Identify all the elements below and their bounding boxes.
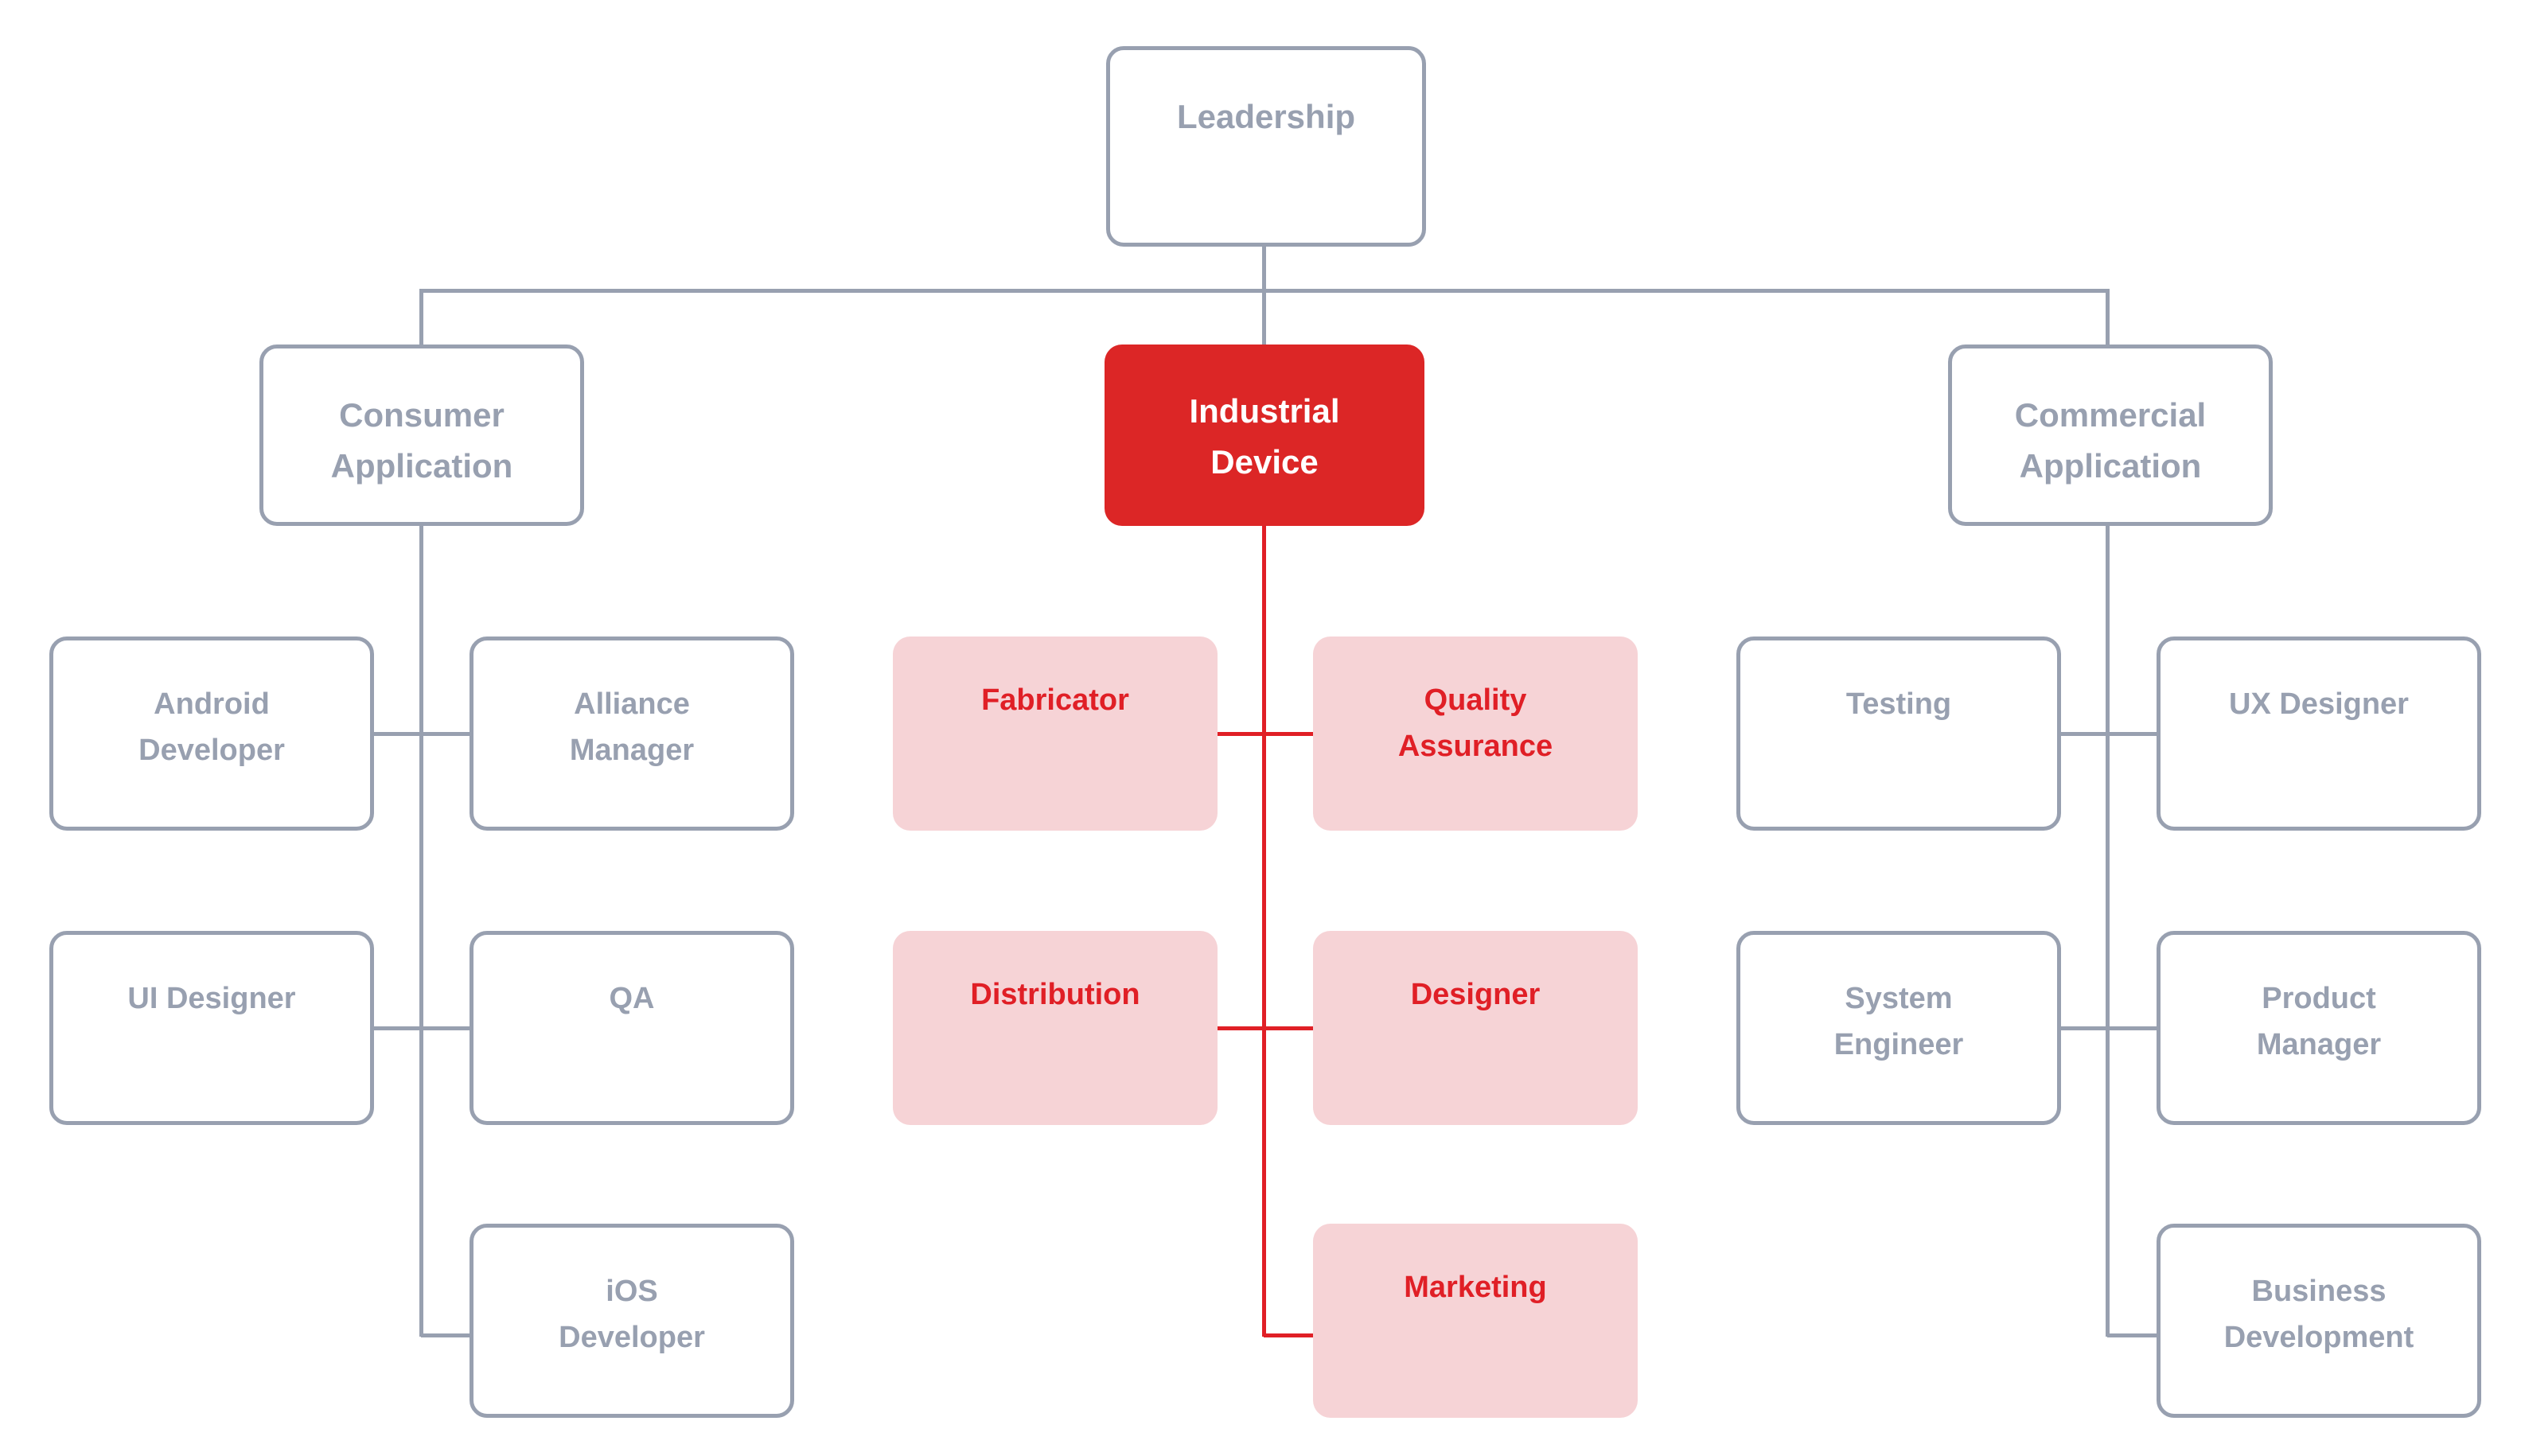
node-distribution-label: Distribution (970, 978, 1140, 1011)
edge-commercial-stub-uxdesigner (2107, 732, 2157, 736)
node-system-engineer[interactable]: System Engineer (1736, 931, 2061, 1125)
node-quality-assurance-label: Quality Assurance (1397, 683, 1553, 763)
edge-industrial-spine (1262, 524, 1266, 1337)
node-industrial-device-label: Industrial Device (1189, 392, 1340, 481)
node-product-manager-label: Product Manager (2256, 982, 2382, 1061)
edge-commercial-stub-testing (2059, 732, 2109, 736)
node-marketing-label: Marketing (1404, 1271, 1547, 1304)
node-consumer-application-label: Consumer Application (330, 396, 513, 485)
node-consumer-application[interactable]: Consumer Application (259, 345, 584, 526)
node-ios-developer-label: iOS Developer (559, 1275, 705, 1354)
node-alliance-manager[interactable]: Alliance Manager (470, 637, 794, 831)
edge-commercial-stub-systemengineer (2059, 1026, 2109, 1030)
node-system-engineer-label: System Engineer (1833, 982, 1964, 1061)
edge-industrial-stub-designer (1264, 1026, 1313, 1030)
edge-industrial-stub-marketing (1264, 1333, 1313, 1337)
node-ios-developer[interactable]: iOS Developer (470, 1224, 794, 1418)
node-ux-designer-label: UX Designer (2229, 687, 2409, 721)
edge-consumer-stub-android (372, 732, 422, 736)
node-alliance-manager-label: Alliance Manager (569, 687, 695, 767)
node-ux-designer[interactable]: UX Designer (2157, 637, 2481, 831)
node-testing-label: Testing (1845, 687, 1952, 721)
edge-bus-to-industrial (1262, 289, 1266, 345)
edge-industrial-stub-qualityassurance (1264, 732, 1313, 736)
node-commercial-application-label: Commercial Application (2014, 396, 2207, 485)
edge-industrial-stub-distribution (1215, 1026, 1264, 1030)
edge-bus-to-consumer (419, 289, 423, 345)
node-testing[interactable]: Testing (1736, 637, 2061, 831)
org-chart-canvas: Leadership Consumer Application Industri… (0, 0, 2521, 1456)
node-commercial-application[interactable]: Commercial Application (1948, 345, 2273, 526)
node-ui-designer[interactable]: UI Designer (49, 931, 374, 1125)
node-fabricator[interactable]: Fabricator (893, 637, 1218, 831)
node-designer[interactable]: Designer (1313, 931, 1638, 1125)
edge-commercial-spine (2106, 524, 2110, 1337)
node-distribution[interactable]: Distribution (893, 931, 1218, 1125)
node-qa[interactable]: QA (470, 931, 794, 1125)
edge-consumer-stub-qa (421, 1026, 470, 1030)
node-industrial-device[interactable]: Industrial Device (1105, 345, 1424, 526)
node-business-development[interactable]: Business Development (2157, 1224, 2481, 1418)
node-qa-label: QA (609, 982, 655, 1015)
edge-commercial-stub-productmanager (2107, 1026, 2157, 1030)
node-designer-label: Designer (1410, 978, 1541, 1011)
node-android-developer-label: Android Developer (138, 687, 285, 767)
edge-bus-to-commercial (2106, 289, 2110, 345)
edge-consumer-stub-ios (421, 1333, 470, 1337)
edge-leadership-stem (1262, 247, 1266, 293)
edge-consumer-stub-alliance (421, 732, 470, 736)
node-marketing[interactable]: Marketing (1313, 1224, 1638, 1418)
node-fabricator-label: Fabricator (981, 683, 1129, 717)
node-android-developer[interactable]: Android Developer (49, 637, 374, 831)
edge-commercial-stub-businessdevelopment (2107, 1333, 2157, 1337)
node-quality-assurance[interactable]: Quality Assurance (1313, 637, 1638, 831)
node-leadership-label: Leadership (1176, 98, 1356, 135)
edge-consumer-stub-uidesigner (372, 1026, 422, 1030)
node-ui-designer-label: UI Designer (127, 982, 296, 1015)
node-leadership[interactable]: Leadership (1106, 46, 1426, 247)
node-business-development-label: Business Development (2223, 1275, 2414, 1354)
edge-industrial-stub-fabricator (1215, 732, 1264, 736)
edge-consumer-spine (419, 524, 423, 1337)
node-product-manager[interactable]: Product Manager (2157, 931, 2481, 1125)
